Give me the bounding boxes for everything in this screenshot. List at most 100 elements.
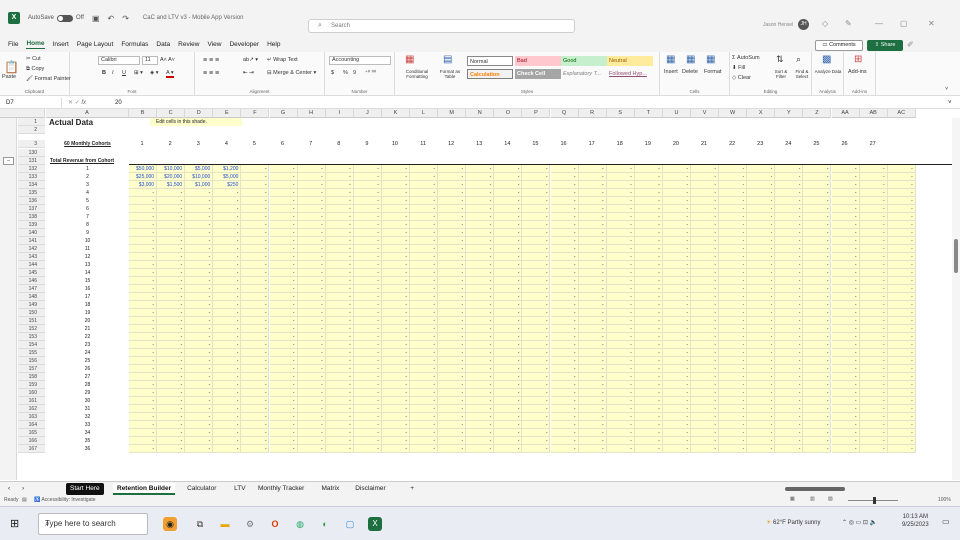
table-cell[interactable]: - [353,381,382,389]
table-cell[interactable]: - [578,165,607,173]
table-cell[interactable]: - [831,397,860,405]
table-cell[interactable]: - [466,253,495,261]
column-header-h[interactable]: H [297,109,326,118]
table-cell[interactable]: - [775,317,804,325]
font-name-select[interactable]: Calibri [98,56,140,65]
table-cell[interactable]: - [297,253,326,261]
table-cell[interactable]: - [662,277,691,285]
table-cell[interactable]: - [522,285,551,293]
table-cell[interactable]: - [803,205,832,213]
table-cell[interactable]: - [578,405,607,413]
table-cell[interactable]: - [157,341,186,349]
table-cell[interactable]: - [634,381,663,389]
table-cell[interactable]: - [662,373,691,381]
find-select-icon[interactable]: ⌕ [796,54,801,65]
table-cell[interactable]: - [803,365,832,373]
table-cell[interactable]: - [662,261,691,269]
column-header-o[interactable]: O [494,109,523,118]
table-cell[interactable]: - [522,189,551,197]
page-layout-icon[interactable]: ▥ [810,496,815,502]
table-cell[interactable]: $1,500 [157,181,186,189]
table-cell[interactable]: - [606,389,635,397]
table-cell[interactable]: - [269,285,298,293]
table-cell[interactable]: - [662,429,691,437]
table-cell[interactable]: - [662,229,691,237]
table-cell[interactable]: - [887,405,916,413]
table-cell[interactable]: - [381,341,410,349]
table-cell[interactable]: - [325,357,354,365]
table-cell[interactable]: - [662,333,691,341]
table-cell[interactable]: - [466,373,495,381]
table-cell[interactable]: - [831,317,860,325]
table-cell[interactable]: - [831,341,860,349]
table-cell[interactable]: - [578,445,607,453]
table-cell[interactable]: - [297,277,326,285]
table-cell[interactable]: - [353,397,382,405]
table-cell[interactable]: - [185,309,214,317]
table-cell[interactable]: - [691,421,720,429]
table-cell[interactable]: - [719,373,748,381]
table-cell[interactable]: - [297,389,326,397]
table-cell[interactable]: - [269,269,298,277]
table-cell[interactable]: - [859,405,888,413]
table-cell[interactable]: - [157,381,186,389]
table-cell[interactable]: - [466,445,495,453]
table-cell[interactable]: - [803,341,832,349]
column-header-z[interactable]: Z [803,109,832,118]
table-cell[interactable]: - [297,445,326,453]
table-cell[interactable]: - [438,373,467,381]
table-cell[interactable]: - [297,269,326,277]
table-cell[interactable]: - [859,421,888,429]
table-cell[interactable]: - [775,237,804,245]
table-cell[interactable]: - [466,197,495,205]
table-cell[interactable]: - [494,205,523,213]
table-cell[interactable]: - [606,301,635,309]
table-cell[interactable]: - [831,445,860,453]
table-cell[interactable]: - [831,165,860,173]
column-header-k[interactable]: K [381,109,410,118]
row-header[interactable]: 140 [18,229,45,237]
table-cell[interactable]: - [241,365,270,373]
table-cell[interactable]: - [157,293,186,301]
table-cell[interactable]: - [438,429,467,437]
row-header[interactable]: 136 [18,197,45,205]
decimal-icon[interactable]: ⁺⁰ ⁰⁰ [365,70,376,76]
table-cell[interactable]: - [410,189,439,197]
table-cell[interactable]: - [550,445,579,453]
table-cell[interactable]: - [691,445,720,453]
table-cell[interactable]: - [213,293,242,301]
table-cell[interactable]: - [803,245,832,253]
table-cell[interactable]: - [213,253,242,261]
chrome-icon[interactable]: ◍ [293,517,307,531]
table-cell[interactable]: - [466,229,495,237]
table-cell[interactable]: - [297,333,326,341]
table-cell[interactable]: - [719,189,748,197]
table-cell[interactable]: - [241,213,270,221]
row-header[interactable]: 1 [18,118,45,126]
column-header-c[interactable]: C [157,109,186,118]
table-cell[interactable]: - [241,181,270,189]
table-cell[interactable]: - [775,269,804,277]
table-cell[interactable]: - [831,373,860,381]
table-cell[interactable]: - [522,165,551,173]
table-cell[interactable]: - [719,181,748,189]
table-cell[interactable]: - [241,413,270,421]
table-cell[interactable]: - [691,181,720,189]
table-cell[interactable]: - [747,253,776,261]
table-cell[interactable]: - [466,293,495,301]
table-cell[interactable]: - [241,285,270,293]
table-cell[interactable]: - [381,165,410,173]
row-header[interactable]: 167 [18,445,45,453]
table-cell[interactable]: - [662,269,691,277]
table-cell[interactable]: - [269,437,298,445]
table-cell[interactable]: - [803,437,832,445]
table-cell[interactable]: - [297,373,326,381]
paste-icon[interactable]: 📋 [4,60,19,74]
table-cell[interactable]: - [775,285,804,293]
table-cell[interactable]: - [691,269,720,277]
table-cell[interactable]: - [157,189,186,197]
table-cell[interactable]: - [578,301,607,309]
table-cell[interactable]: - [887,245,916,253]
table-cell[interactable]: - [157,237,186,245]
table-cell[interactable]: - [775,373,804,381]
